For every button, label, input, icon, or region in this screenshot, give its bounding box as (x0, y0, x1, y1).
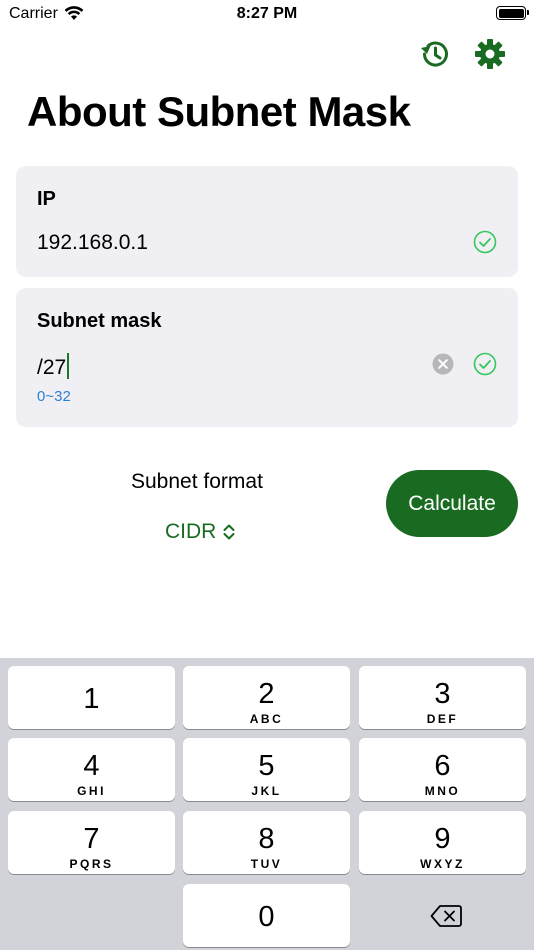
key-digit: 5 (258, 750, 275, 782)
key-letters: TUV (250, 857, 283, 871)
key-2[interactable]: 2 ABC (183, 666, 350, 729)
subnet-mask-label: Subnet mask (37, 310, 162, 332)
ip-label: IP (37, 188, 56, 210)
delete-icon (430, 905, 462, 927)
key-letters: PQRS (69, 857, 114, 871)
key-3[interactable]: 3 DEF (359, 666, 526, 729)
battery-icon (496, 6, 529, 20)
key-digit: 9 (434, 823, 451, 855)
key-digit: 1 (83, 683, 100, 715)
key-digit: 7 (83, 823, 100, 855)
key-digit: 4 (83, 750, 100, 782)
key-letters: JKL (251, 784, 282, 798)
key-1[interactable]: 1 (8, 666, 175, 729)
key-letters: WXYZ (420, 857, 465, 871)
key-5[interactable]: 5 JKL (183, 738, 350, 801)
check-icon (473, 230, 497, 254)
key-6[interactable]: 6 MNO (359, 738, 526, 801)
clock: 8:27 PM (236, 5, 298, 22)
key-9[interactable]: 9 WXYZ (359, 811, 526, 874)
subnet-mask-value: /27 (37, 356, 67, 379)
page-title: About Subnet Mask (27, 88, 411, 135)
ip-card[interactable]: IP 192.168.0.1 (16, 166, 518, 277)
check-icon (473, 352, 497, 376)
key-letters: GHI (77, 784, 106, 798)
key-letters: ABC (249, 712, 284, 726)
history-icon[interactable] (418, 37, 452, 71)
key-digit: 3 (434, 678, 451, 710)
clear-icon[interactable] (432, 353, 454, 375)
subnet-format-value: CIDR (165, 520, 217, 543)
subnet-mask-input[interactable]: /27 (37, 353, 70, 380)
subnet-format-label: Subnet format (131, 470, 263, 493)
subnet-format-select[interactable]: CIDR (165, 520, 236, 544)
key-letters: MNO (424, 784, 461, 798)
chevron-updown-icon (223, 524, 235, 540)
text-cursor (67, 353, 70, 379)
key-letters: DEF (426, 712, 459, 726)
range-hint: 0~32 (37, 388, 71, 405)
key-digit: 8 (258, 823, 275, 855)
ip-input[interactable]: 192.168.0.1 (37, 231, 148, 255)
subnet-mask-card[interactable]: Subnet mask /27 0~32 (16, 288, 518, 427)
key-0[interactable]: 0 (183, 884, 350, 947)
key-8[interactable]: 8 TUV (183, 811, 350, 874)
delete-key[interactable] (359, 884, 526, 947)
key-digit: 2 (258, 678, 275, 710)
gear-icon[interactable] (473, 37, 507, 71)
numeric-keypad: 1 2 ABC 3 DEF 4 GHI 5 JKL 6 MNO 7 PQRS 8… (0, 658, 534, 950)
key-7[interactable]: 7 PQRS (8, 811, 175, 874)
status-bar: Carrier 8:27 PM (0, 0, 534, 30)
key-4[interactable]: 4 GHI (8, 738, 175, 801)
calculate-button[interactable]: Calculate (386, 470, 518, 537)
key-digit: 0 (258, 901, 275, 933)
key-digit: 6 (434, 750, 451, 782)
